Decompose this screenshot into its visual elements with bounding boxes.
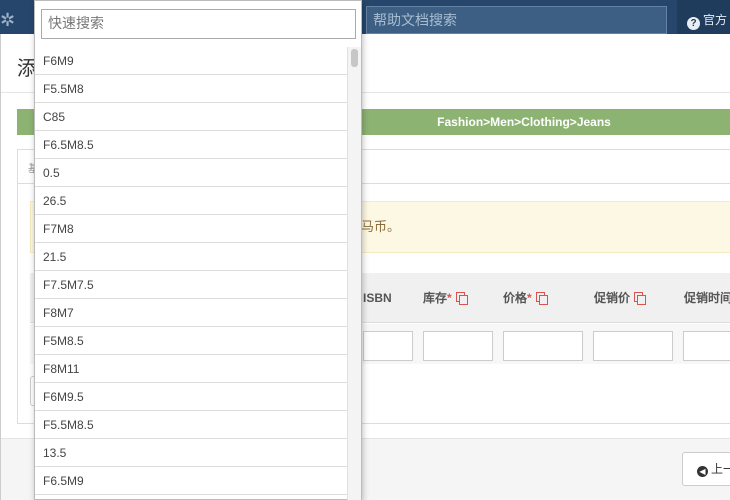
help-search-input[interactable]: 帮助文档搜索 (366, 6, 667, 34)
copy-icon[interactable] (634, 292, 647, 305)
column-promo-time: 促销时间 (684, 273, 730, 323)
quick-search-input[interactable]: 快速搜索 (41, 9, 356, 39)
dropdown-option[interactable]: F5M8.5 (35, 327, 347, 355)
dropdown-option[interactable]: 0.5 (35, 159, 347, 187)
stock-input[interactable] (423, 331, 493, 361)
scrollbar-thumb[interactable] (351, 49, 358, 67)
isbn-input[interactable] (363, 331, 413, 361)
dropdown-option[interactable]: F6M9 (35, 47, 347, 75)
column-label: 价格 (503, 291, 528, 305)
dropdown-option[interactable]: F6M9.5 (35, 383, 347, 411)
gear-icon[interactable]: ✲ (0, 8, 15, 32)
required-marker: * (527, 291, 532, 305)
copy-icon[interactable] (535, 292, 548, 305)
column-label: 促销时间 (684, 291, 730, 305)
dropdown-option[interactable]: 21.5 (35, 243, 347, 271)
column-isbn: ISBN (363, 273, 392, 323)
column-promo-price: 促销价 (594, 273, 647, 323)
size-option-list: F6M9 F5.5M8 C85 F6.5M8.5 0.5 26.5 F7M8 2… (35, 47, 347, 495)
dropdown-option[interactable]: F7.5M7.5 (35, 271, 347, 299)
arrow-left-icon: ◀ (697, 466, 708, 477)
dropdown-option[interactable]: F7M8 (35, 215, 347, 243)
price-input[interactable] (503, 331, 583, 361)
size-dropdown: 快速搜索 F6M9 F5.5M8 C85 F6.5M8.5 0.5 26.5 F… (34, 0, 362, 500)
required-marker: * (447, 291, 452, 305)
column-label: 促销价 (594, 291, 631, 305)
copy-icon[interactable] (455, 292, 468, 305)
official-link-label: 官方 (703, 13, 728, 27)
dropdown-option[interactable]: 13.5 (35, 439, 347, 467)
dropdown-option[interactable]: C85 (35, 103, 347, 131)
column-label: 库存 (423, 291, 448, 305)
dropdown-option[interactable]: F6.5M8.5 (35, 131, 347, 159)
dropdown-scrollbar[interactable] (347, 47, 361, 500)
dropdown-option[interactable]: F6.5M9 (35, 467, 347, 495)
dropdown-option[interactable]: 26.5 (35, 187, 347, 215)
column-price: 价格* (503, 273, 548, 323)
promo-price-input[interactable] (593, 331, 673, 361)
question-icon: ? (687, 17, 700, 30)
dropdown-option[interactable]: F8M11 (35, 355, 347, 383)
column-stock: 库存* (423, 273, 468, 323)
promo-time-input[interactable] (683, 331, 730, 361)
previous-button-label: 上一 (711, 462, 730, 476)
column-label: ISBN (363, 291, 392, 305)
previous-button[interactable]: ◀ 上一 (682, 452, 730, 486)
dropdown-option[interactable]: F5.5M8 (35, 75, 347, 103)
dropdown-option[interactable]: F5.5M8.5 (35, 411, 347, 439)
dropdown-option[interactable]: F8M7 (35, 299, 347, 327)
